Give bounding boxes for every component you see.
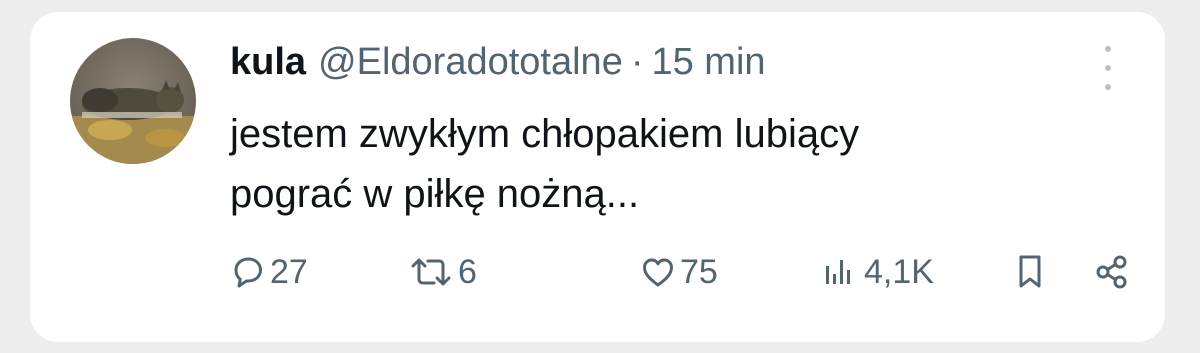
bookmark-icon xyxy=(1012,252,1048,292)
share-button[interactable] xyxy=(1092,244,1132,300)
bookmark-button[interactable] xyxy=(1012,244,1048,300)
retweet-count: 6 xyxy=(458,252,477,291)
timestamp[interactable]: 15 min xyxy=(651,38,765,86)
avatar[interactable] xyxy=(70,38,196,164)
action-bar: 27 6 75 4,1K xyxy=(230,244,1130,300)
reply-icon xyxy=(230,254,266,290)
tweet-text-line: pograć w piłkę nożną... xyxy=(230,172,640,216)
tweet-text-line: jestem zwykłym chłopakiem lubiący xyxy=(230,112,860,156)
author-handle[interactable]: @Eldoradototalne xyxy=(318,38,623,86)
more-vertical-icon[interactable] xyxy=(1098,46,1118,90)
share-icon xyxy=(1092,252,1132,292)
tweet-card[interactable]: kula @Eldoradototalne · 15 min jestem zw… xyxy=(30,12,1165,342)
tweet-text: jestem zwykłym chłopakiem lubiący pograć… xyxy=(230,104,1050,224)
views-count: 4,1K xyxy=(864,252,934,291)
like-button[interactable]: 75 xyxy=(640,244,718,300)
like-count: 75 xyxy=(680,252,718,291)
retweet-icon xyxy=(408,254,454,290)
views-icon xyxy=(820,254,860,290)
author-name[interactable]: kula xyxy=(230,38,306,86)
reply-button[interactable]: 27 xyxy=(230,244,308,300)
retweet-button[interactable]: 6 xyxy=(408,244,477,300)
views-button[interactable]: 4,1K xyxy=(820,244,934,300)
reply-count: 27 xyxy=(270,252,308,291)
tweet-header: kula @Eldoradototalne · 15 min xyxy=(230,38,766,88)
separator: · xyxy=(630,41,644,83)
heart-icon xyxy=(640,254,676,290)
